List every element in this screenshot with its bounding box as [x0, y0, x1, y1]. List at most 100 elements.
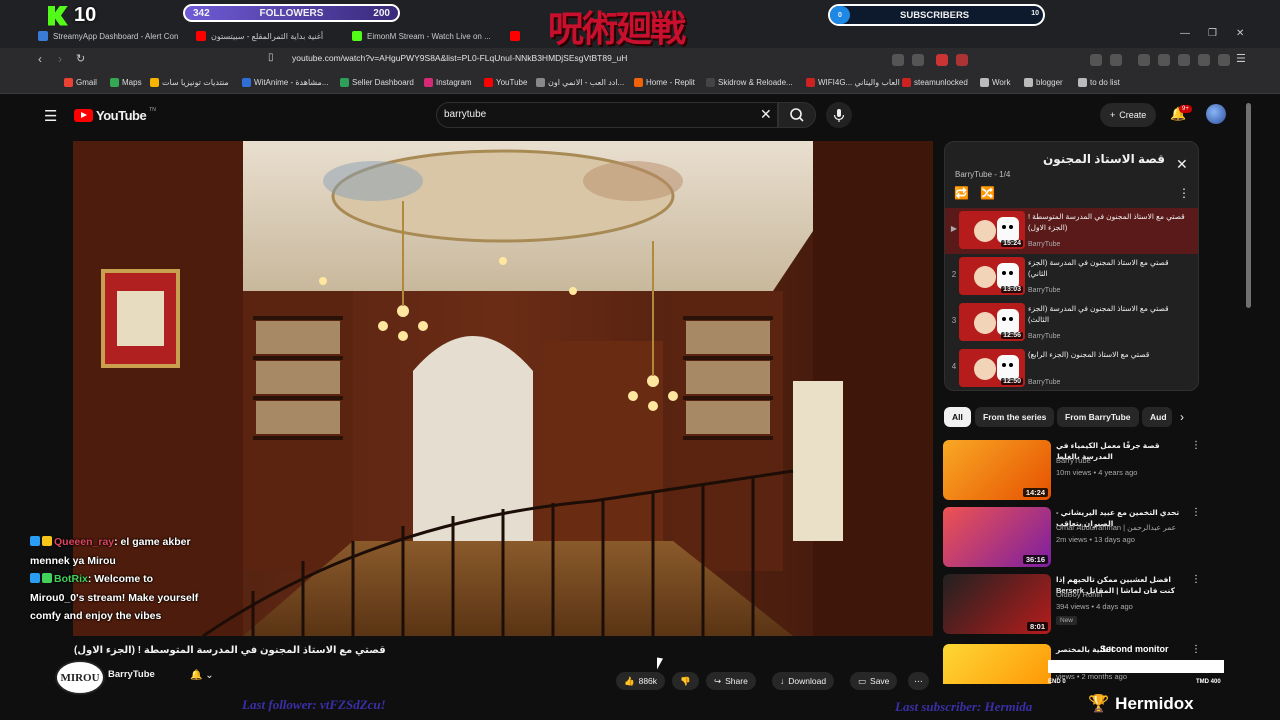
playlist-thumbnail: 15:24: [959, 211, 1025, 249]
kick-favicon-icon: [352, 31, 362, 41]
search-box[interactable]: [436, 102, 778, 128]
bookmark-item[interactable]: منتديات تونيزيا سات: [150, 78, 229, 87]
create-button[interactable]: + Create: [1100, 103, 1157, 127]
video-thumbnail[interactable]: [943, 644, 1051, 684]
duration-badge: 13:03: [1001, 286, 1023, 293]
subscribed-bell-icon[interactable]: 🔔 ⌄: [190, 670, 214, 681]
downloads-icon[interactable]: [1178, 54, 1190, 66]
brave-rewards-icon[interactable]: [956, 54, 968, 66]
bookmark-item[interactable]: ادد العب - الانمي اون...: [536, 78, 624, 87]
browser-tab-active[interactable]: [510, 26, 540, 46]
chevron-right-icon[interactable]: ›: [1180, 410, 1184, 424]
video-menu-icon[interactable]: ⋮: [1191, 574, 1201, 585]
bookmark-item[interactable]: Maps: [110, 78, 142, 87]
bookmark-label: منتديات تونيزيا سات: [162, 78, 229, 87]
chip-from-channel[interactable]: From BarryTube: [1057, 407, 1139, 427]
playlist-item[interactable]: 4 12:50 قصتي مع الاستاذ المجنون (الجزء الر…: [945, 346, 1198, 392]
maximize-icon[interactable]: ❐: [1208, 28, 1217, 39]
chip-all[interactable]: All: [944, 407, 971, 427]
browser-menu-icon[interactable]: ☰: [1236, 52, 1246, 65]
extensions-icon[interactable]: [1090, 54, 1102, 66]
bookmark-item[interactable]: Work: [980, 78, 1011, 87]
account-avatar[interactable]: [1206, 104, 1226, 124]
channel-name[interactable]: BarryTube: [108, 669, 155, 680]
hamburger-menu-icon[interactable]: ☰: [44, 107, 57, 125]
voice-search-button[interactable]: [826, 102, 852, 128]
search-input[interactable]: barrytube: [444, 109, 486, 120]
minimize-icon[interactable]: —: [1180, 28, 1190, 39]
recommended-video[interactable]: 36:16 تحدي التخمين مع عبيد اليريشاني - ال…: [943, 507, 1201, 569]
new-badge: New: [1056, 616, 1078, 625]
vpn-icon[interactable]: [1218, 54, 1230, 66]
bookmark-item[interactable]: Gmail: [64, 78, 97, 87]
recommended-video[interactable]: 8:01 افضل لعشبين ممكن تالحيهم إذا كنت فان…: [943, 574, 1201, 636]
dislike-button[interactable]: 👎: [672, 672, 699, 690]
reading-list-icon[interactable]: [1110, 54, 1122, 66]
playlist-index: 3: [951, 316, 957, 325]
loop-icon[interactable]: 🔁: [954, 186, 969, 200]
bookmark-favicon-icon: [64, 78, 73, 87]
close-window-icon[interactable]: ✕: [1236, 28, 1244, 39]
browser-tab[interactable]: أغنية بداية الثمرالمقلع - سبيتستون: [196, 26, 341, 46]
browser-tab[interactable]: StreamyApp Dashboard - Alert Conf...: [38, 26, 178, 46]
playlist-item-title: قصتي مع الاستاذ المجنون في المدرسة (الجز…: [1028, 258, 1169, 278]
video-menu-icon[interactable]: ⋮: [1191, 440, 1201, 451]
share-icon: ↪: [714, 675, 722, 686]
bookmark-item[interactable]: Home - Replit: [634, 78, 695, 87]
page-scrollbar[interactable]: [1246, 103, 1251, 308]
like-button[interactable]: 👍 886k: [616, 672, 666, 690]
playlist-menu-icon[interactable]: ⋮: [1178, 186, 1190, 200]
chip-from-series[interactable]: From the series: [975, 407, 1055, 427]
bookmark-item[interactable]: YouTube: [484, 78, 527, 87]
video-menu-icon[interactable]: ⋮: [1191, 644, 1198, 655]
chat-message: Queeen_ray: el game akber mennek ya Miro…: [30, 533, 205, 570]
share-page-icon[interactable]: [912, 54, 924, 66]
clear-search-icon[interactable]: ✕: [760, 106, 772, 123]
video-thumbnail[interactable]: 8:01: [943, 574, 1051, 634]
playlist-item-title: قصتي مع الاستاذ المجنون في المدرسة (الجز…: [1028, 304, 1169, 324]
wallet-icon[interactable]: [1198, 54, 1210, 66]
recommended-channel: OldBoy Ronin: [1056, 590, 1103, 599]
playlist-item[interactable]: 2 13:03 قصتي مع الاستاذ المجنون في المدرسة…: [945, 254, 1198, 300]
playlist-item[interactable]: 3 12:56 قصتي مع الاستاذ المجنون في المدرسة…: [945, 300, 1198, 346]
more-actions-button[interactable]: ⋯: [908, 672, 929, 690]
video-thumbnail[interactable]: 14:24: [943, 440, 1051, 500]
bookmark-item[interactable]: Instagram: [424, 78, 472, 87]
media-icon[interactable]: [1138, 54, 1150, 66]
bookmark-icon[interactable]: ▯: [268, 52, 274, 63]
close-playlist-icon[interactable]: ✕: [1176, 156, 1188, 173]
duration-badge: 8:01: [1026, 622, 1048, 631]
browser-tab[interactable]: EimonM Stream - Watch Live on ...: [352, 26, 492, 46]
reload-icon[interactable]: ↻: [76, 52, 85, 65]
save-button[interactable]: ▭ Save: [850, 672, 898, 690]
video-thumbnail[interactable]: 36:16: [943, 507, 1051, 567]
bookmark-item[interactable]: WIFI4G... العاب واليتاني: [806, 78, 900, 87]
tab-label: StreamyApp Dashboard - Alert Conf...: [53, 31, 178, 41]
followers-current: 342: [193, 7, 210, 19]
chip-audio[interactable]: Aud: [1142, 407, 1172, 427]
brave-shield-icon[interactable]: [936, 54, 948, 66]
video-menu-icon[interactable]: ⋮: [1191, 507, 1201, 518]
extension-icon[interactable]: [892, 54, 904, 66]
download-button[interactable]: ↓ Download: [772, 672, 835, 690]
bookmark-item[interactable]: steamunlocked: [902, 78, 968, 87]
sidebar-icon[interactable]: [1158, 54, 1170, 66]
bookmark-item[interactable]: to do list: [1078, 78, 1120, 87]
bookmark-item[interactable]: Skidrow & Reloade...: [706, 78, 793, 87]
bookmark-item[interactable]: WitAnime - مشاهدة...: [242, 78, 328, 87]
bookmark-item[interactable]: blogger: [1024, 78, 1063, 87]
brand-name: Hermidox: [1115, 694, 1194, 713]
recommended-video[interactable]: 14:24 قصة جرفًا معمل الكيمياء في المدرسة …: [943, 440, 1201, 502]
playlist-title[interactable]: قصة الاستاذ المجنون: [960, 152, 1165, 166]
forward-icon[interactable]: ›: [58, 52, 62, 66]
share-button[interactable]: ↪ Share: [706, 672, 756, 690]
shuffle-icon[interactable]: 🔀: [980, 186, 995, 200]
bookmark-item[interactable]: Seller Dashboard: [340, 78, 414, 87]
url-field[interactable]: youtube.com/watch?v=AHguPWY9S8A&list=PL0…: [292, 53, 892, 63]
bookmark-favicon-icon: [806, 78, 815, 87]
playlist-item[interactable]: ▶ 15:24 قصتي مع الاستاذ المجنون في المدرسة…: [945, 208, 1198, 254]
search-button[interactable]: [778, 102, 816, 128]
badge-icon: [42, 536, 52, 546]
back-icon[interactable]: ‹: [38, 52, 42, 66]
youtube-logo[interactable]: YouTube TN: [74, 107, 156, 123]
